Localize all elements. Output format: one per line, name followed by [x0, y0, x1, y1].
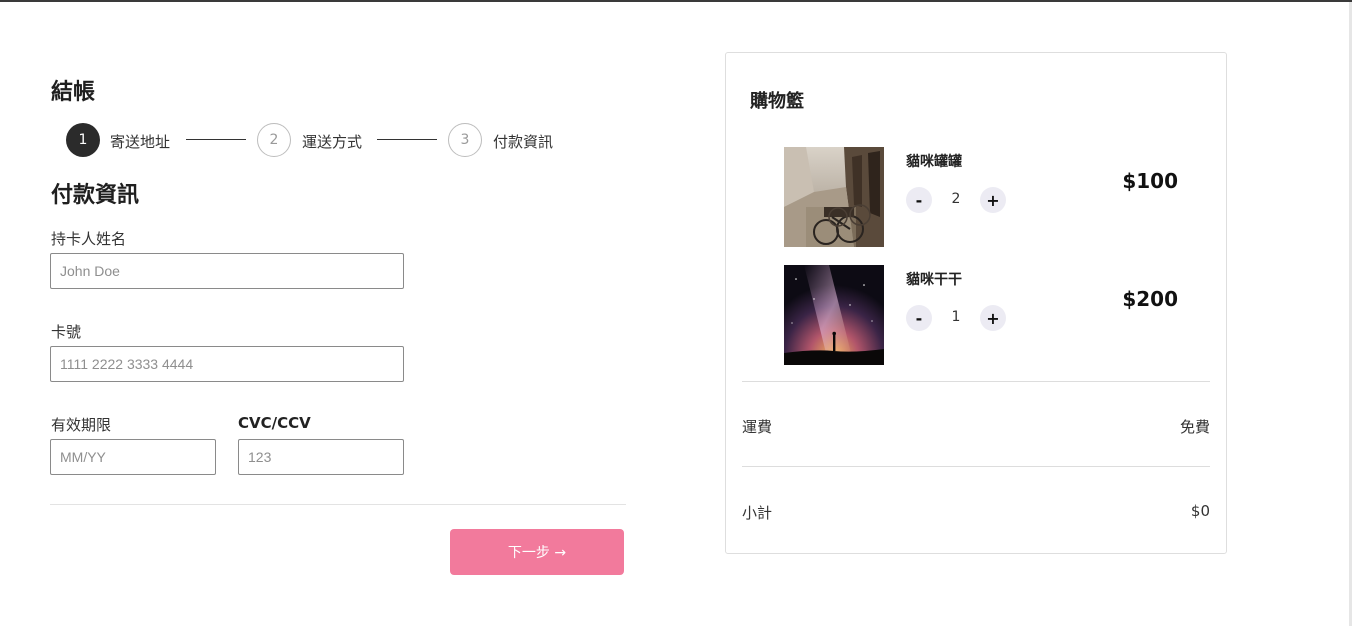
checkout-stepper: 1 寄送地址 2 運送方式 3 付款資訊 [66, 123, 626, 159]
cardholder-label: 持卡人姓名 [51, 230, 127, 248]
increase-quantity-button[interactable]: + [980, 305, 1006, 331]
cvc-label: CVC/CCV [238, 414, 311, 432]
step-1-label: 寄送地址 [110, 133, 171, 151]
product-image [784, 265, 884, 365]
step-3-label: 付款資訊 [493, 133, 554, 151]
card-number-label: 卡號 [51, 323, 82, 341]
expiry-label: 有效期限 [51, 416, 112, 434]
card-number-input[interactable] [50, 346, 404, 382]
item-quantity: 1 [951, 309, 961, 325]
cart-item: 貓咪干干 - 1 + $200 [784, 265, 1204, 365]
step-2-label: 運送方式 [302, 133, 363, 151]
subtotal-label: 小計 [742, 504, 773, 522]
checkout-panel: 結帳 1 寄送地址 2 運送方式 3 付款資訊 付款資訊 持卡人姓名 卡號 有效… [50, 0, 626, 626]
item-price: $100 [1122, 169, 1178, 193]
item-price: $200 [1122, 287, 1178, 311]
decrease-quantity-button[interactable]: - [906, 187, 932, 213]
step-3-indicator: 3 [448, 123, 482, 157]
product-image [784, 147, 884, 247]
cardholder-input[interactable] [50, 253, 404, 289]
cart-panel: 購物籃 貓咪罐罐 - 2 + $100 貓咪干干 - 1 + $200 運費 免… [725, 52, 1227, 554]
increase-quantity-button[interactable]: + [980, 187, 1006, 213]
section-title: 付款資訊 [51, 183, 140, 208]
shipping-label: 運費 [742, 418, 773, 436]
night-sky-photo-icon [784, 265, 884, 365]
cart-item: 貓咪罐罐 - 2 + $100 [784, 147, 1204, 247]
cart-divider [742, 466, 1210, 467]
street-photo-icon [784, 147, 884, 247]
step-connector [186, 139, 246, 140]
cart-divider [742, 381, 1210, 382]
subtotal-value: $0 [1190, 502, 1210, 520]
step-connector [377, 139, 437, 140]
page-title: 結帳 [51, 80, 96, 105]
decrease-quantity-button[interactable]: - [906, 305, 932, 331]
shipping-value: 免費 [1179, 418, 1210, 436]
step-2-indicator: 2 [257, 123, 291, 157]
item-quantity: 2 [951, 191, 961, 207]
item-name: 貓咪罐罐 [906, 154, 962, 170]
item-name: 貓咪干干 [906, 272, 962, 288]
cvc-input[interactable] [238, 439, 404, 475]
cart-title: 購物籃 [750, 91, 804, 112]
step-1-indicator: 1 [66, 123, 100, 157]
next-step-button[interactable]: 下一步 → [450, 529, 624, 575]
form-divider [50, 504, 626, 505]
expiry-input[interactable] [50, 439, 216, 475]
